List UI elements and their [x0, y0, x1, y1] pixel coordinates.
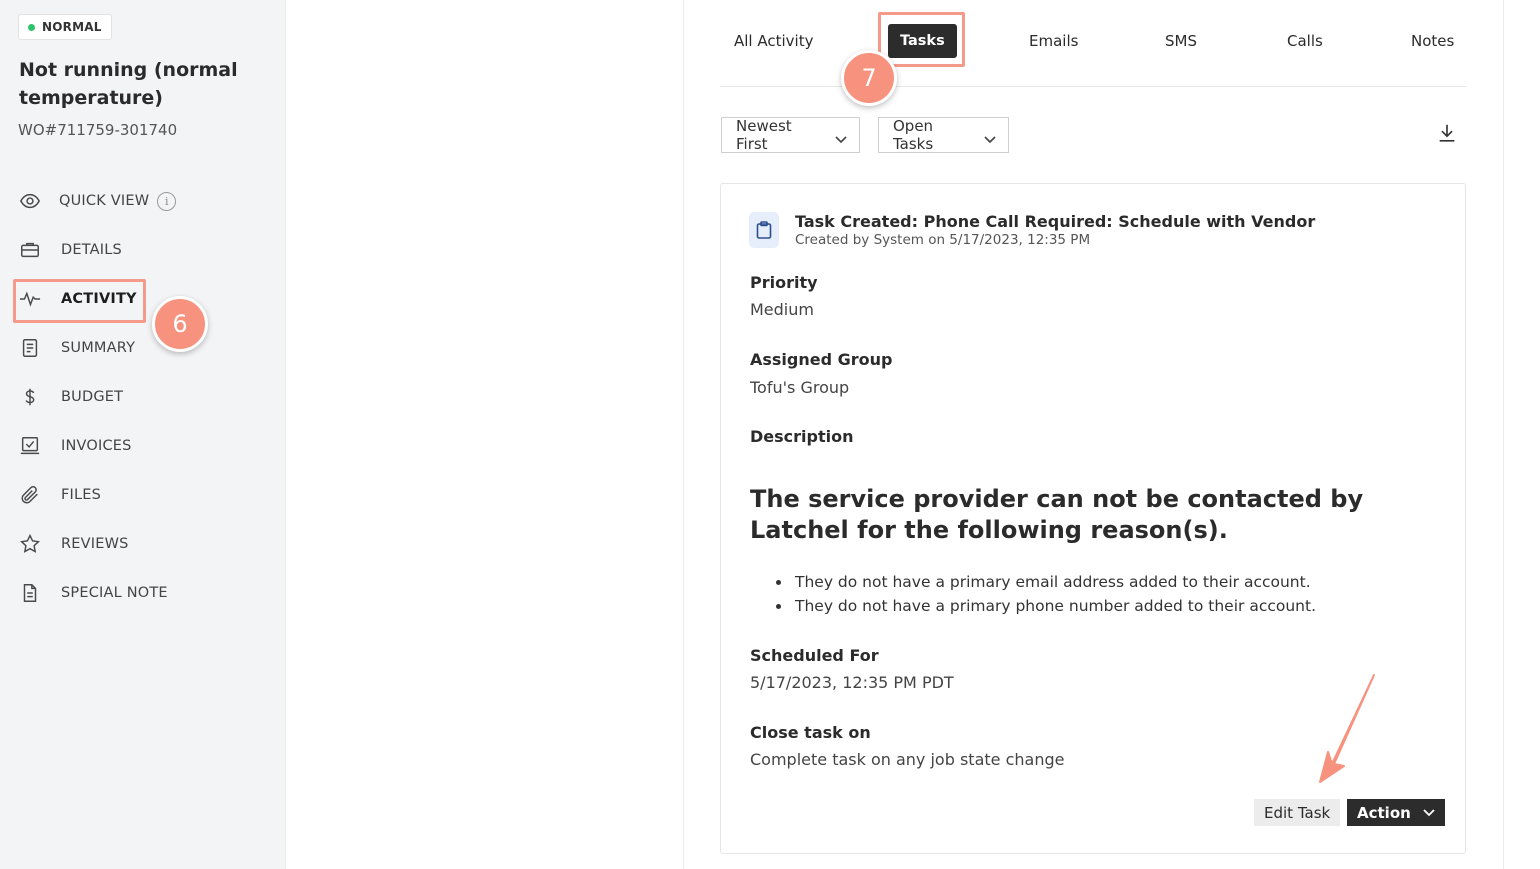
eye-icon: [18, 189, 42, 213]
sort-filter-label: Newest First: [736, 117, 792, 153]
sidebar-item-files[interactable]: FILES: [18, 475, 101, 515]
sidebar-item-details[interactable]: DETAILS: [18, 230, 122, 270]
status-badge: NORMAL: [18, 14, 112, 40]
middle-column: [286, 0, 684, 869]
annotation-arrow-icon: [1319, 674, 1375, 783]
tab-emails[interactable]: Emails: [1029, 24, 1078, 58]
sidebar-item-label: FILES: [61, 487, 102, 503]
priority-label: Priority: [750, 273, 818, 292]
tab-notes[interactable]: Notes: [1411, 24, 1454, 58]
info-icon[interactable]: i: [157, 191, 177, 211]
summary-document-icon: [18, 336, 42, 360]
activity-panel: All Activity Tasks Emails SMS Calls Note…: [684, 0, 1504, 869]
step-6-badge: 6: [152, 296, 208, 352]
chevron-down-icon: [835, 130, 847, 144]
activity-highlight-box: [13, 279, 146, 323]
sidebar-item-label: DETAILS: [61, 242, 122, 258]
note-document-icon: [18, 581, 42, 605]
paperclip-icon: [18, 483, 42, 507]
status-dot: [28, 23, 35, 31]
sidebar-item-label: BUDGET: [61, 389, 124, 405]
close-task-label: Close task on: [750, 723, 871, 742]
sidebar-item-budget[interactable]: BUDGET: [18, 377, 123, 417]
assigned-group-label: Assigned Group: [750, 350, 893, 369]
description-label: Description: [750, 427, 854, 446]
chevron-down-icon: [984, 130, 996, 144]
chevron-down-icon: [1423, 808, 1435, 816]
invoice-check-icon: [18, 434, 42, 458]
sidebar-item-label: QUICK VIEW: [59, 193, 150, 209]
sidebar-item-label: SPECIAL NOTE: [61, 585, 168, 601]
tab-all-activity[interactable]: All Activity: [734, 24, 813, 58]
app-root: NORMAL Not running (normal temperature) …: [0, 0, 1540, 869]
status-filter-dropdown[interactable]: Open Tasks: [878, 117, 1009, 153]
step-7-badge: 7: [841, 50, 897, 106]
description-list: They do not have a primary email address…: [771, 570, 1431, 618]
action-button[interactable]: Action: [1347, 799, 1445, 826]
tab-sms[interactable]: SMS: [1165, 24, 1197, 58]
star-icon: [18, 532, 42, 556]
status-filter-label: Open Tasks: [893, 117, 934, 153]
priority-value: Medium: [750, 300, 814, 319]
sidebar-item-quick-view[interactable]: QUICK VIEW i: [18, 181, 177, 221]
tab-calls[interactable]: Calls: [1287, 24, 1323, 58]
activity-tabs: All Activity Tasks Emails SMS Calls Note…: [720, 18, 1466, 87]
download-icon[interactable]: [1436, 122, 1462, 148]
scheduled-for-value: 5/17/2023, 12:35 PM PDT: [750, 673, 954, 692]
status-label: NORMAL: [42, 20, 102, 34]
list-item: They do not have a primary phone number …: [771, 594, 1431, 618]
dollar-icon: [18, 385, 42, 409]
edit-task-button[interactable]: Edit Task: [1254, 799, 1341, 826]
tasks-highlight-box: [878, 12, 965, 67]
clipboard-icon: [749, 212, 779, 248]
sidebar: NORMAL Not running (normal temperature) …: [0, 0, 286, 869]
list-item: They do not have a primary email address…: [771, 570, 1431, 594]
scheduled-for-label: Scheduled For: [750, 646, 879, 665]
assigned-group-value: Tofu's Group: [750, 378, 850, 397]
task-title: Task Created: Phone Call Required: Sched…: [795, 212, 1316, 231]
sidebar-item-special-note[interactable]: SPECIAL NOTE: [18, 573, 168, 613]
sidebar-item-summary[interactable]: SUMMARY: [18, 328, 135, 368]
work-order-number: WO#711759-301740: [18, 121, 178, 139]
job-title: Not running (normal temperature): [19, 59, 238, 109]
sidebar-item-invoices[interactable]: INVOICES: [18, 426, 132, 466]
close-task-value: Complete task on any job state change: [750, 750, 1065, 769]
action-button-label: Action: [1357, 803, 1411, 822]
sidebar-item-label: REVIEWS: [61, 536, 129, 552]
sidebar-item-label: SUMMARY: [61, 340, 136, 356]
sidebar-item-label: INVOICES: [61, 438, 132, 454]
sort-filter-dropdown[interactable]: Newest First: [721, 117, 860, 153]
sidebar-item-reviews[interactable]: REVIEWS: [18, 524, 129, 564]
task-created-by: Created by System on 5/17/2023, 12:35 PM: [795, 232, 1091, 248]
description-heading: The service provider can not be contacte…: [750, 485, 1364, 544]
briefcase-icon: [18, 238, 42, 262]
